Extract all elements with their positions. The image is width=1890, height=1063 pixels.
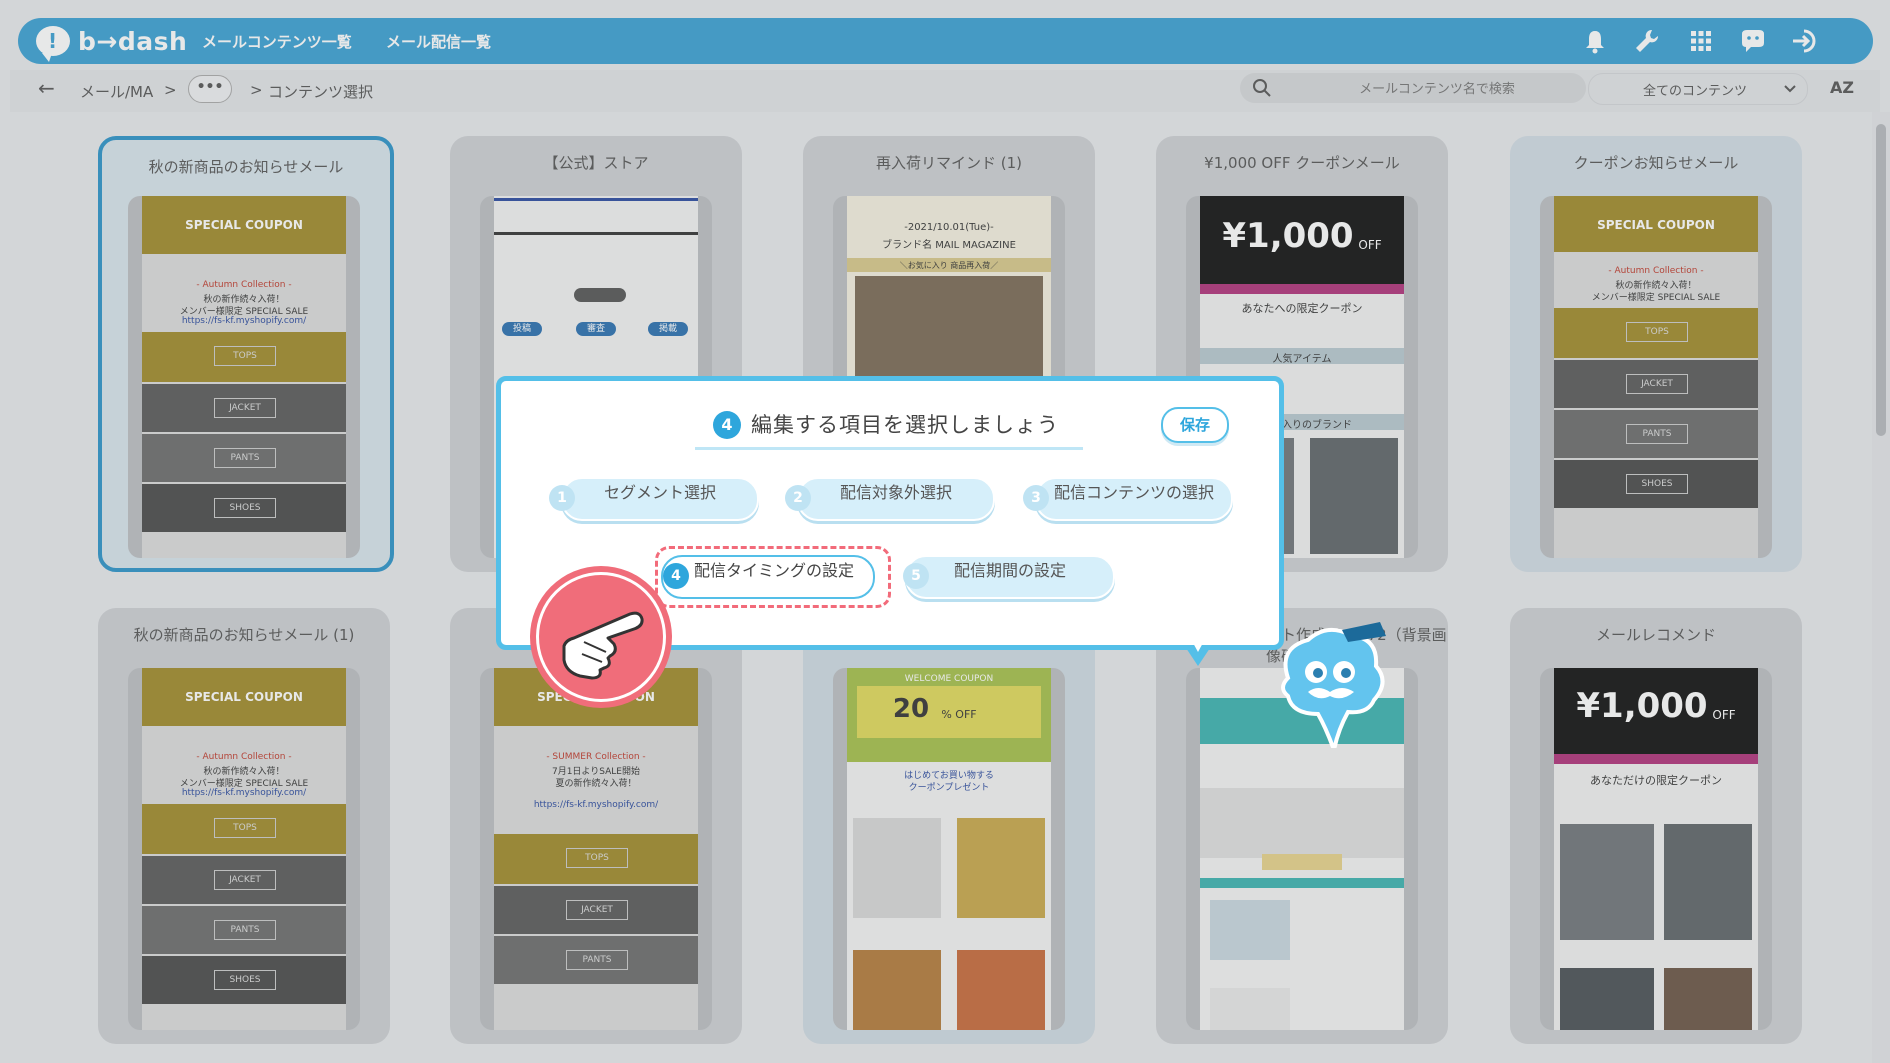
step-content-select[interactable]: 配信コンテンツの選択 [1035,477,1233,521]
step-highlight-outline [655,546,891,608]
step-label: 配信コンテンツの選択 [1053,483,1214,502]
step-label: 配信期間の設定 [953,561,1066,580]
dialog-title: 編集する項目を選択しましょう [751,413,1059,437]
dialog-step-number: 4 [713,411,741,439]
step-label: セグメント選択 [603,483,716,502]
mascot-icon [1281,622,1386,758]
pointer-hand-icon [530,566,672,708]
mascot-character [1268,618,1398,758]
save-button[interactable]: 保存 [1161,407,1229,443]
step-exclusion-select[interactable]: 配信対象外選択 [797,477,995,521]
step-number: 1 [549,485,575,511]
step-number: 5 [903,563,929,589]
step-period-setting[interactable]: 配信期間の設定 [905,555,1115,599]
step-number: 2 [785,485,811,511]
step-number: 3 [1023,485,1049,511]
dialog-title-underline [695,447,1083,450]
step-label: 配信対象外選択 [839,483,952,502]
dialog-tail-inner [1186,630,1210,652]
step-segment-select[interactable]: セグメント選択 [561,477,759,521]
